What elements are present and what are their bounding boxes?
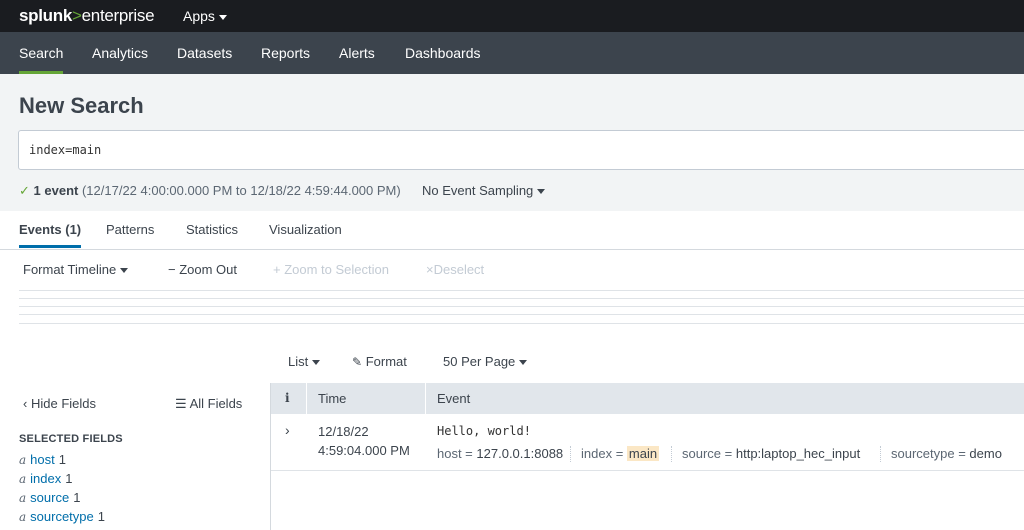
deselect-button[interactable]: ×Deselect: [426, 262, 484, 277]
tab-statistics[interactable]: Statistics: [186, 211, 238, 248]
event-time: 12/18/22 4:59:04.000 PM: [318, 422, 410, 460]
string-type-icon: a: [19, 472, 27, 486]
field-host[interactable]: a host 1: [19, 452, 66, 467]
event-field-host[interactable]: host = 127.0.0.1:8088: [437, 446, 563, 461]
field-key: sourcetype =: [891, 446, 966, 461]
field-value: main: [626, 446, 660, 461]
per-page-label: 50 Per Page: [443, 354, 516, 369]
event-sampling-dropdown[interactable]: No Event Sampling: [422, 183, 546, 198]
event-raw: Hello, world!: [437, 424, 531, 438]
tab-patterns[interactable]: Patterns: [106, 211, 154, 248]
format-timeline-button[interactable]: Format Timeline: [23, 262, 129, 277]
plus-icon: +: [273, 262, 281, 277]
event-field-index[interactable]: index = main: [581, 446, 660, 461]
field-index[interactable]: a index 1: [19, 471, 72, 486]
field-count: 1: [73, 490, 81, 505]
chevron-right-icon[interactable]: ›: [285, 422, 290, 438]
string-type-icon: a: [19, 453, 27, 467]
caret-down-icon: [120, 268, 129, 274]
field-name: sourcetype: [30, 509, 94, 524]
field-source[interactable]: a source 1: [19, 490, 80, 505]
selected-fields-heading: SELECTED FIELDS: [19, 433, 123, 445]
string-type-icon: a: [19, 491, 27, 505]
search-status: ✓ 1 event (12/17/22 4:00:00.000 PM to 12…: [19, 183, 401, 199]
search-query: index=main: [29, 143, 102, 157]
hide-fields-button[interactable]: ‹ Hide Fields: [23, 396, 96, 411]
format-timeline-label: Format Timeline: [23, 262, 117, 277]
close-icon: ×: [426, 262, 434, 277]
hide-fields-label: Hide Fields: [30, 396, 96, 411]
field-value: http:laptop_hec_input: [735, 446, 861, 461]
field-count: 1: [58, 452, 66, 467]
field-sourcetype[interactable]: a sourcetype 1: [19, 509, 105, 524]
format-label: Format: [365, 354, 407, 369]
table-row: › 12/18/22 4:59:04.000 PM Hello, world! …: [271, 414, 1024, 471]
caret-down-icon: [519, 360, 528, 366]
apps-label: Apps: [183, 8, 215, 24]
nav-search[interactable]: Search: [19, 32, 64, 74]
zoom-out-button[interactable]: − Zoom Out: [168, 262, 237, 277]
list-label: List: [288, 354, 309, 369]
event-field-source[interactable]: source = http:laptop_hec_input: [682, 446, 860, 461]
zoom-to-selection-button[interactable]: + Zoom to Selection: [273, 262, 389, 277]
field-value: 127.0.0.1:8088: [476, 446, 564, 461]
per-page-dropdown[interactable]: 50 Per Page: [443, 354, 528, 369]
all-fields-label: All Fields: [189, 396, 243, 411]
search-input[interactable]: index=main: [18, 130, 1024, 170]
nav-dashboards[interactable]: Dashboards: [405, 32, 481, 74]
field-count: 1: [97, 509, 105, 524]
time-range: (12/17/22 4:00:00.000 PM to 12/18/22 4:5…: [81, 183, 401, 198]
string-type-icon: a: [19, 510, 27, 524]
splunk-logo[interactable]: splunk>enterprise: [19, 6, 155, 26]
apps-menu[interactable]: Apps: [183, 8, 227, 24]
nav-alerts[interactable]: Alerts: [339, 32, 375, 74]
caret-down-icon: [312, 360, 321, 366]
tab-visualization[interactable]: Visualization: [269, 211, 342, 248]
top-bar: splunk>enterprise Apps: [0, 0, 1024, 32]
time-column-header[interactable]: Time: [318, 391, 346, 406]
caret-down-icon: [218, 14, 227, 20]
logo-main: splunk: [19, 6, 72, 25]
field-count: 1: [65, 471, 73, 486]
zoom-selection-label: Zoom to Selection: [284, 262, 389, 277]
check-icon: ✓: [19, 183, 30, 198]
field-name: index: [30, 471, 62, 486]
page-title: New Search: [19, 93, 144, 118]
chevron-left-icon: ‹: [23, 396, 28, 411]
event-clock: 4:59:04.000 PM: [318, 443, 410, 458]
field-name: host: [30, 452, 55, 467]
caret-down-icon: [537, 189, 546, 195]
app-nav-bar: Search Analytics Datasets Reports Alerts…: [0, 32, 1024, 74]
info-column-header: i: [285, 391, 290, 405]
minus-icon: −: [168, 262, 176, 277]
field-value: demo: [969, 446, 1002, 461]
fields-sidebar: ‹ Hide Fields ☰ All Fields SELECTED FIEL…: [0, 383, 271, 530]
list-icon: ☰: [175, 396, 187, 411]
field-key: source =: [682, 446, 733, 461]
event-column-header: Event: [437, 391, 471, 406]
tab-events[interactable]: Events (1): [19, 211, 82, 248]
all-fields-button[interactable]: ☰ All Fields: [175, 396, 242, 412]
events-table-header: i Time Event: [271, 383, 1024, 414]
results-tabs: Events (1) Patterns Statistics Visualiza…: [0, 211, 1024, 250]
event-count: 1 event: [33, 183, 79, 198]
format-button[interactable]: ✎ Format: [352, 354, 407, 369]
deselect-label: Deselect: [433, 262, 485, 277]
field-name: source: [30, 490, 70, 505]
field-key: host =: [437, 446, 473, 461]
pencil-icon: ✎: [352, 355, 363, 369]
list-view-dropdown[interactable]: List: [288, 354, 321, 369]
event-date: 12/18/22: [318, 424, 369, 439]
search-header: New Search index=main ✓ 1 event (12/17/2…: [0, 74, 1024, 211]
nav-analytics[interactable]: Analytics: [92, 32, 148, 74]
sampling-label: No Event Sampling: [422, 183, 534, 198]
field-key: index =: [581, 446, 624, 461]
zoom-out-label: Zoom Out: [179, 262, 238, 277]
event-field-sourcetype[interactable]: sourcetype = demo: [891, 446, 1002, 461]
logo-sub: enterprise: [81, 6, 155, 25]
logo-gt: >: [72, 6, 82, 25]
nav-reports[interactable]: Reports: [261, 32, 310, 74]
timeline-chart[interactable]: [19, 290, 1024, 324]
nav-datasets[interactable]: Datasets: [177, 32, 232, 74]
